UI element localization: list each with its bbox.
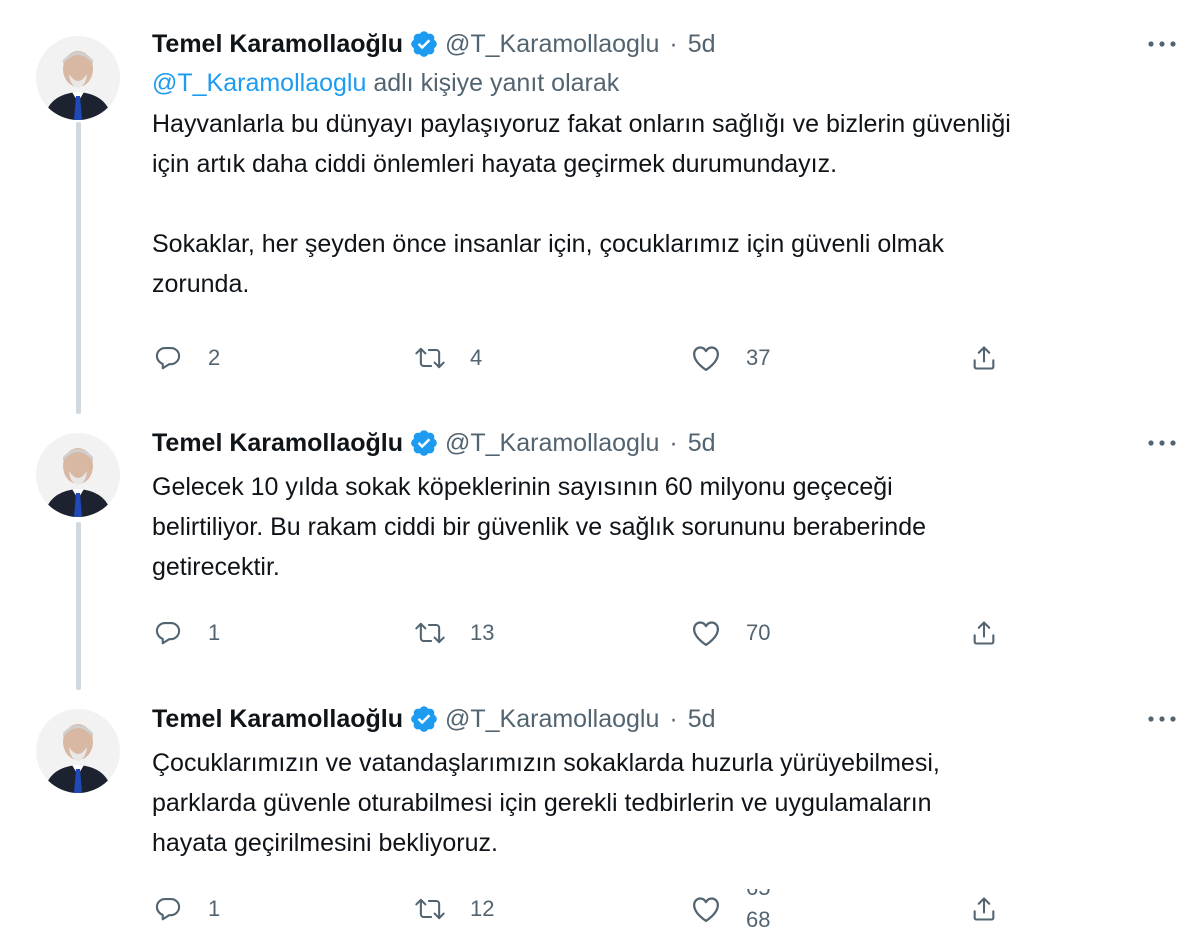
tweet-time[interactable]: 5d: [688, 429, 716, 458]
reply-count: 1: [208, 620, 221, 645]
share-button[interactable]: [968, 613, 1000, 653]
avatar-image: [36, 36, 120, 120]
reply-count: 1: [208, 896, 221, 921]
retweet-icon: [414, 893, 446, 925]
reply-bubble-icon: [152, 617, 184, 649]
tweet-actions: 1 13 70: [152, 613, 1182, 653]
reply-bubble-icon: [152, 342, 184, 374]
separator-dot: ·: [669, 428, 678, 457]
reply-bubble-icon: [152, 893, 184, 925]
verified-badge-icon: [409, 29, 439, 59]
retweet-count: 12: [470, 896, 495, 921]
tweet-text: Hayvanlarla bu dünyayı paylaşıyoruz faka…: [152, 110, 1011, 298]
reply-context: @T_Karamollaoglu adlı kişiye yanıt olara…: [152, 64, 1182, 102]
like-button[interactable]: 70: [690, 613, 770, 653]
avatar-image: [36, 709, 120, 793]
tweet-header: Temel Karamollaoğlu @T_Karamollaoglu · 5…: [152, 425, 1182, 461]
tweet-time[interactable]: 5d: [688, 705, 716, 734]
share-upload-icon: [968, 617, 1000, 649]
like-count-animating: 65 68: [746, 889, 786, 929]
reply-button[interactable]: 1: [152, 613, 220, 653]
reply-context-text: adlı kişiye yanıt olarak: [366, 69, 620, 97]
share-upload-icon: [968, 893, 1000, 925]
tweet-text: Çocuklarımızın ve vatandaşlarımızın soka…: [152, 749, 940, 857]
verified-badge-icon: [409, 704, 439, 734]
avatar[interactable]: [36, 433, 120, 517]
author-handle[interactable]: @T_Karamollaoglu: [445, 30, 659, 59]
thread-connector: [76, 122, 81, 414]
verified-badge-icon: [409, 428, 439, 458]
share-button[interactable]: [968, 889, 1000, 929]
reply-button[interactable]: 1: [152, 889, 220, 929]
retweet-icon: [414, 617, 446, 649]
author-handle[interactable]: @T_Karamollaoglu: [445, 705, 659, 734]
tweet-header: Temel Karamollaoğlu @T_Karamollaoglu · 5…: [152, 701, 1182, 737]
retweet-icon: [414, 342, 446, 374]
more-horizontal-icon[interactable]: [1142, 26, 1182, 62]
like-count-previous: 65: [746, 889, 770, 901]
share-button[interactable]: [968, 338, 1000, 378]
thread-connector: [76, 522, 81, 690]
retweet-button[interactable]: 12: [414, 889, 494, 929]
author-handle[interactable]: @T_Karamollaoglu: [445, 429, 659, 458]
like-count: 70: [746, 620, 771, 645]
heart-icon: [690, 617, 722, 649]
like-count: 37: [746, 345, 771, 370]
tweet-actions: 2 4 37: [152, 338, 1182, 378]
avatar-image: [36, 433, 120, 517]
tweet-text: Gelecek 10 yılda sokak köpeklerinin sayı…: [152, 473, 927, 581]
reply-button[interactable]: 2: [152, 338, 220, 378]
share-upload-icon: [968, 342, 1000, 374]
author-name[interactable]: Temel Karamollaoğlu: [152, 429, 403, 458]
avatar[interactable]: [36, 36, 120, 120]
reply-mention-link[interactable]: @T_Karamollaoglu: [152, 69, 366, 97]
tweet-actions: 1 12 65 68: [152, 889, 1182, 929]
separator-dot: ·: [669, 704, 678, 733]
avatar[interactable]: [36, 709, 120, 793]
separator-dot: ·: [669, 29, 678, 58]
heart-icon: [690, 893, 722, 925]
retweet-button[interactable]: 4: [414, 338, 482, 378]
author-name[interactable]: Temel Karamollaoğlu: [152, 30, 403, 59]
author-name[interactable]: Temel Karamollaoğlu: [152, 705, 403, 734]
retweet-count: 4: [470, 345, 483, 370]
retweet-button[interactable]: 13: [414, 613, 494, 653]
like-button[interactable]: 37: [690, 338, 770, 378]
more-horizontal-icon[interactable]: [1142, 425, 1182, 461]
like-button[interactable]: 65 68: [690, 889, 786, 929]
heart-icon: [690, 342, 722, 374]
more-horizontal-icon[interactable]: [1142, 701, 1182, 737]
retweet-count: 13: [470, 620, 495, 645]
tweet-time[interactable]: 5d: [688, 30, 716, 59]
tweet-header: Temel Karamollaoğlu @T_Karamollaoglu · 5…: [152, 26, 1182, 62]
like-count: 68: [746, 907, 771, 929]
reply-count: 2: [208, 345, 221, 370]
